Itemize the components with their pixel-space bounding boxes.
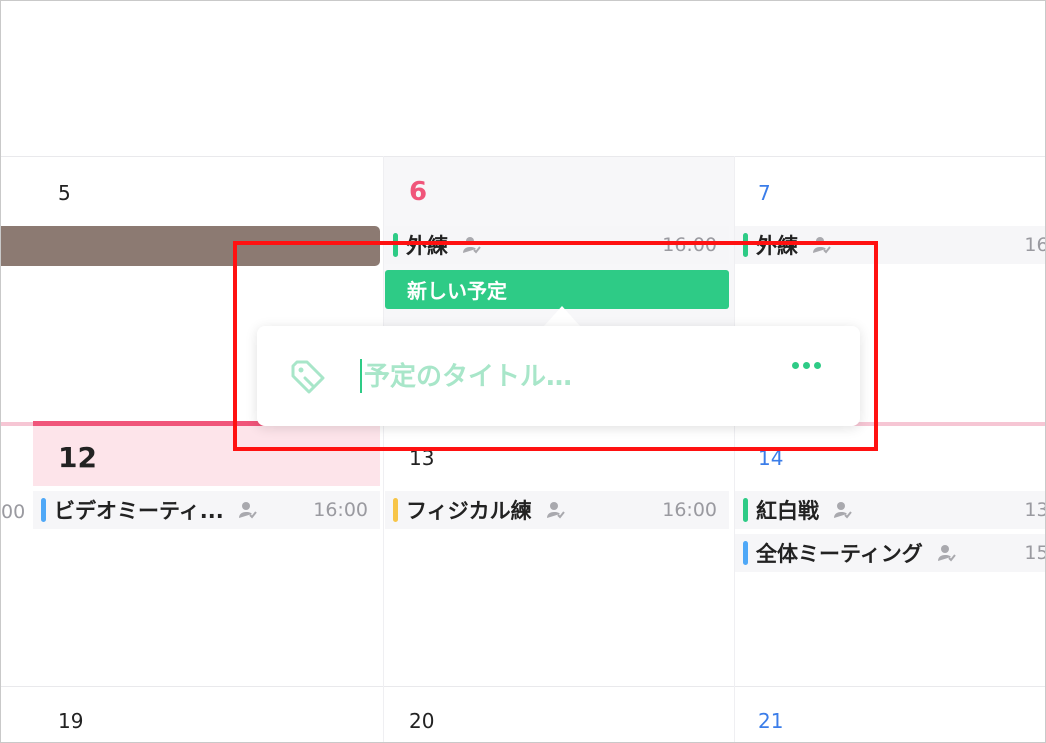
calendar-month-view: 5 6 7 外練 16:00 外練 16: 12 13 14 00 ビデオミーテ…	[0, 0, 1046, 743]
event-time: 16:00	[313, 499, 368, 521]
event-color-bar	[743, 541, 748, 565]
day-number-19: 19	[58, 709, 84, 733]
day-number-5: 5	[58, 181, 71, 205]
day-number-20: 20	[409, 709, 435, 733]
day-number-7: 7	[758, 181, 771, 205]
day-number-21: 21	[758, 709, 784, 733]
event-title: フィジカル練	[406, 499, 532, 523]
event-color-bar	[41, 498, 46, 522]
day-number-6-today: 6	[409, 177, 428, 207]
event-item[interactable]: 紅白戦 13:	[735, 491, 1045, 529]
event-title: 全体ミーティング	[756, 542, 923, 566]
event-time: 16:	[1024, 234, 1045, 256]
event-time: 13:	[1024, 499, 1045, 521]
attendee-check-icon	[834, 502, 852, 519]
attendee-check-icon	[546, 502, 565, 519]
attendee-check-icon	[937, 545, 956, 562]
event-item[interactable]: ビデオミーティ... 16:00	[33, 491, 380, 529]
event-color-bar	[393, 498, 398, 522]
event-item[interactable]: 全体ミーティング 15:	[735, 534, 1045, 572]
day-number-12: 12	[58, 441, 97, 474]
event-title: ビデオミーティ...	[54, 499, 224, 523]
event-item[interactable]: フィジカル練 16:00	[385, 491, 729, 529]
event-title: 紅白戦	[756, 499, 819, 523]
event-time: 16:00	[662, 499, 717, 521]
attendee-check-icon	[238, 502, 257, 519]
event-color-bar	[743, 498, 748, 522]
highlight-box	[233, 241, 878, 451]
week-divider	[1, 686, 1045, 687]
event-time: 15:	[1024, 542, 1045, 564]
event-time-partial: 00	[1, 501, 26, 523]
